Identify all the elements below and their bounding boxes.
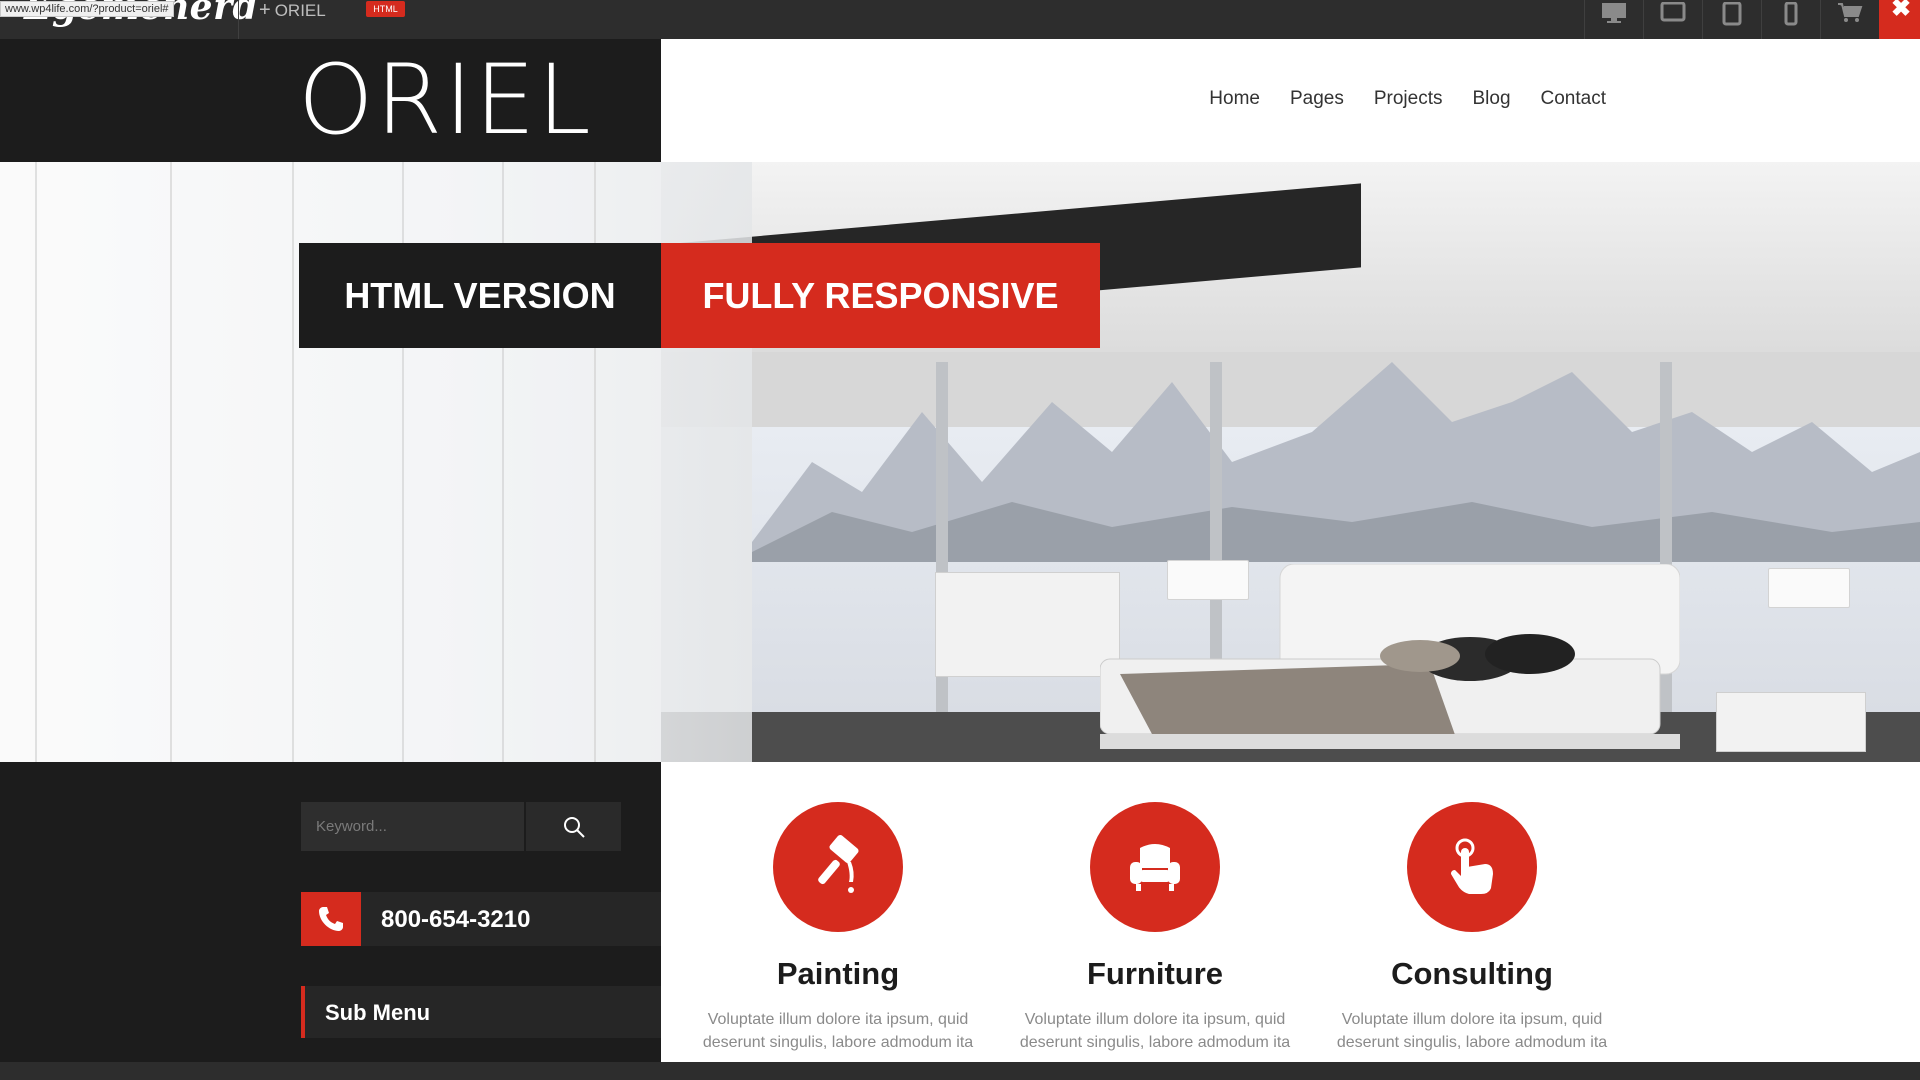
sidebar: 800-654-3210 Sub Menu (0, 762, 661, 1062)
service-description: Voluptate illum dolore ita ipsum, quid d… (1336, 1011, 1608, 1051)
toolbar-divider (238, 0, 239, 39)
phone-number: 800-654-3210 (381, 906, 531, 933)
service-description: Voluptate illum dolore ita ipsum, quid d… (1019, 1011, 1291, 1051)
service-description: Voluptate illum dolore ita ipsum, quid d… (702, 1011, 974, 1051)
service-painting: Painting Voluptate illum dolore ita ipsu… (688, 802, 988, 1054)
hero-dresser (935, 572, 1120, 677)
site-logo[interactable]: ORIEL (298, 48, 593, 152)
service-icon-circle[interactable] (1090, 802, 1220, 932)
desktop-view-button[interactable] (1584, 0, 1643, 39)
search-button[interactable] (526, 802, 621, 851)
cart-icon (1838, 3, 1863, 22)
phone-icon (1784, 2, 1798, 26)
hero-lamp (1768, 568, 1850, 608)
service-title: Consulting (1391, 956, 1553, 991)
service-title: Furniture (1086, 956, 1224, 991)
main-nav: Home Pages Projects Blog Contact (1209, 88, 1606, 110)
tablet-portrait-icon (1722, 2, 1742, 26)
nav-item-home[interactable]: Home (1209, 88, 1260, 110)
tablet-portrait-view-button[interactable] (1702, 0, 1761, 39)
browser-status-bar (0, 1062, 1920, 1080)
service-title: Painting (776, 956, 900, 991)
nav-item-pages[interactable]: Pages (1290, 88, 1344, 110)
phone-view-button[interactable] (1761, 0, 1820, 39)
tablet-landscape-view-button[interactable] (1643, 0, 1702, 39)
preview-toolbar: Egemenerd +ORIEL HTML ✖ (0, 0, 1920, 39)
search-icon (563, 816, 585, 838)
banner-html-version: HTML VERSION (299, 243, 661, 348)
desktop-icon (1602, 3, 1626, 23)
hero-nightstand (1716, 692, 1866, 752)
armchair-icon (1130, 844, 1180, 891)
cart-button[interactable] (1820, 0, 1879, 39)
hero-bed (1100, 564, 1680, 749)
search-input[interactable] (301, 802, 524, 851)
plus-icon: + (259, 0, 271, 21)
nav-item-contact[interactable]: Contact (1541, 88, 1606, 110)
phone-handset-icon (319, 907, 343, 931)
product-label: ORIEL (274, 1, 326, 20)
service-furniture: Furniture Voluptate illum dolore ita ips… (1005, 802, 1305, 1054)
service-icon-circle[interactable] (1407, 802, 1537, 932)
product-link[interactable]: + ORIEL (259, 0, 326, 20)
close-preview-button[interactable]: ✖ (1879, 0, 1920, 39)
tablet-landscape-icon (1660, 2, 1686, 22)
paint-roller-icon (818, 834, 859, 893)
service-consulting: Consulting Voluptate illum dolore ita ip… (1322, 802, 1622, 1054)
hero-mountains (752, 362, 1920, 562)
nav-item-blog[interactable]: Blog (1472, 88, 1510, 110)
banner-fully-responsive: FULLY RESPONSIVE (661, 243, 1100, 348)
status-url: www.wp4life.com/?product=oriel# (0, 1, 174, 17)
phone-contact[interactable]: 800-654-3210 (301, 892, 661, 946)
service-icon-circle[interactable] (773, 802, 903, 932)
device-switcher: ✖ (1584, 0, 1920, 39)
sub-menu-header[interactable]: Sub Menu (301, 986, 661, 1038)
sub-menu-label: Sub Menu (325, 1000, 431, 1025)
html-badge: HTML (366, 1, 405, 17)
hand-pointer-icon (1451, 838, 1493, 894)
phone-icon-box (301, 892, 361, 946)
nav-item-projects[interactable]: Projects (1374, 88, 1443, 110)
